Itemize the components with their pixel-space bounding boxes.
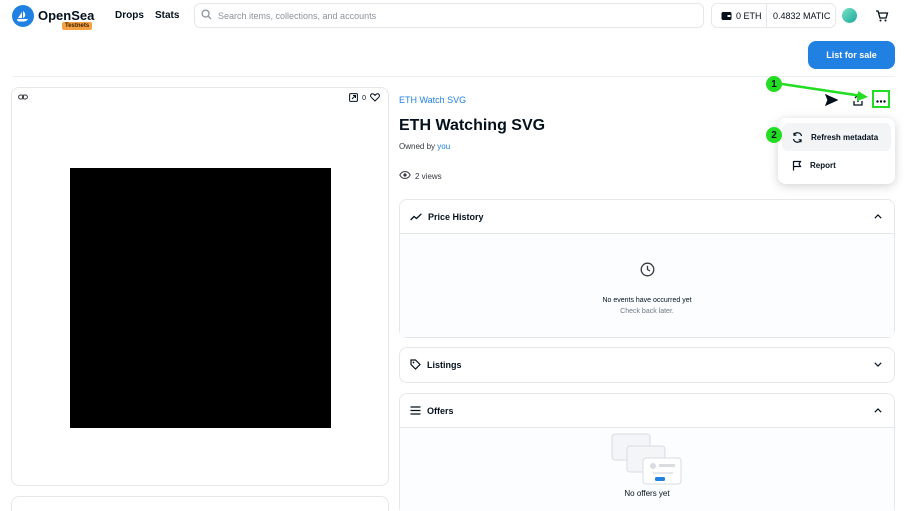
search-input[interactable] [218,10,698,21]
owner-link[interactable]: you [437,142,450,151]
brand-name[interactable]: OpenSea [38,8,94,23]
nft-image[interactable] [70,168,331,428]
eth-balance: 0 ETH [736,11,762,21]
owned-by-label: Owned by [399,142,436,151]
price-history-panel: Price History No events have occurred ye… [399,199,895,338]
search-bar[interactable] [194,3,704,28]
offers-header[interactable]: Offers [400,394,894,427]
external-link-icon[interactable] [349,93,358,104]
media-toolbar: 0 [349,93,380,104]
panel-title: Listings [427,359,462,370]
more-horizontal-icon [876,90,886,108]
listings-header[interactable]: Listings [400,348,894,381]
price-history-header[interactable]: Price History [400,200,894,233]
more-options-button[interactable] [872,90,890,108]
nav-stats[interactable]: Stats [155,10,179,21]
eye-icon [399,171,411,181]
favorites-count: 0 [362,95,366,102]
menu-item-refresh-metadata[interactable]: Refresh metadata [782,123,891,151]
matic-balance: 0.4832 MATIC [773,11,831,21]
item-title: ETH Watching SVG [399,117,546,134]
menu-item-label: Report [810,160,836,170]
wallet-balance[interactable]: 0 ETH 0.4832 MATIC [711,3,836,28]
list-icon [410,406,421,415]
collection-link[interactable]: ETH Watch SVG [399,95,466,105]
link-icon[interactable] [18,93,28,103]
owner-line: Owned by you [399,142,450,151]
profile-avatar[interactable] [842,8,857,23]
more-options-menu: Refresh metadata Report [778,118,895,184]
heart-icon[interactable] [370,93,380,104]
media-card: 0 [11,87,389,486]
refresh-icon [792,131,803,143]
testnets-badge: Testnets [62,22,93,30]
listings-panel: Listings [399,347,895,383]
cart-icon[interactable] [875,9,889,28]
opensea-logo-icon[interactable] [12,5,34,27]
tag-icon [410,359,421,370]
chevron-down-icon[interactable] [874,359,882,369]
clock-icon [640,262,655,282]
annotation-step-1: 1 [766,76,782,92]
top-nav-bar: OpenSea Testnets Drops Stats 0 ETH 0.483… [0,0,915,32]
nav-drops[interactable]: Drops [115,10,144,21]
flag-icon [792,160,802,171]
divider [12,76,895,77]
views-text: 2 views [415,171,442,181]
menu-item-report[interactable]: Report [782,151,891,179]
menu-item-label: Refresh metadata [811,132,879,142]
empty-state-title: No offers yet [624,489,670,498]
annotation-step-2: 2 [766,127,782,143]
list-for-sale-button[interactable]: List for sale [808,41,895,69]
offers-panel: Offers No offers yet [399,393,895,511]
chevron-up-icon[interactable] [874,211,882,221]
offers-body: No offers yet [400,427,894,511]
empty-state-subtitle: Check back later. [620,308,674,315]
transfer-icon[interactable] [824,93,839,111]
wallet-icon [721,11,732,23]
empty-state-title: No events have occurred yet [602,297,692,304]
trending-icon [410,212,422,221]
share-icon[interactable] [852,93,864,111]
search-icon [201,7,212,25]
panel-title: Price History [428,211,484,222]
price-history-body: No events have occurred yet Check back l… [400,233,894,337]
empty-offers-illustration-icon [610,433,685,493]
view-count: 2 views [399,171,442,181]
panel-title: Offers [427,405,454,416]
description-card[interactable] [11,496,389,511]
chevron-up-icon[interactable] [874,405,882,415]
